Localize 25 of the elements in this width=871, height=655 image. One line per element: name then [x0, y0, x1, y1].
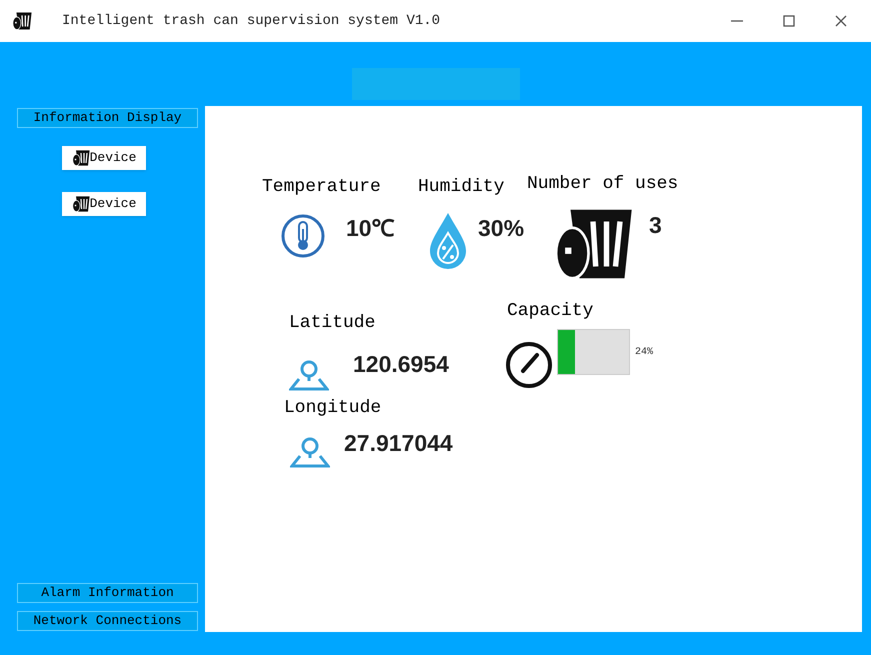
capacity-reading: 24% — [635, 346, 654, 360]
reading-label: Humidity — [418, 176, 506, 199]
coordinate-value: 120.6954 — [353, 350, 449, 379]
reading-value: 30% — [478, 214, 524, 243]
reading-value: 10℃ — [346, 214, 395, 243]
sidebar-item[interactable]: Information Display — [17, 108, 198, 128]
location-label: Latitude — [289, 312, 376, 335]
reading-value: 3 — [649, 211, 662, 240]
gauge-icon — [505, 341, 553, 389]
water-drop-icon — [428, 211, 468, 271]
location-label: Longitude — [284, 397, 382, 420]
device-button[interactable]: Device — [62, 146, 146, 170]
sidebar-item[interactable]: Network Connections — [17, 611, 198, 631]
trash-can-icon — [72, 196, 90, 212]
capacity-label: Capacity — [507, 300, 594, 323]
sidebar-item[interactable]: Alarm Information — [17, 583, 198, 603]
app-logo-icon — [12, 12, 32, 30]
map-pin-icon — [290, 436, 330, 468]
reading-label: Temperature — [262, 176, 382, 199]
map-pin-icon — [289, 359, 329, 391]
coordinate-value: 27.917044 — [344, 429, 453, 458]
window-title: Intelligent trash can supervision system V1.0 — [62, 12, 440, 30]
trash-can-icon — [72, 150, 90, 166]
device-button[interactable]: Device — [62, 192, 146, 216]
reading-label: Number of uses — [527, 173, 678, 196]
